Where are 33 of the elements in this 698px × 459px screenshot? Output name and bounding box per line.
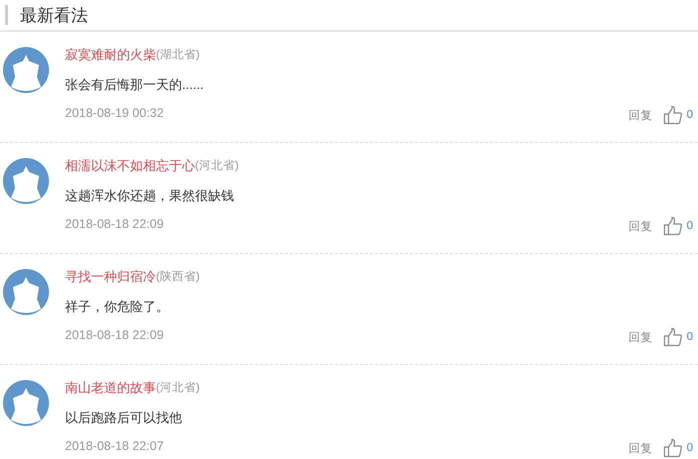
user-name[interactable]: 寻找一种归宿冷 (65, 268, 156, 286)
comment-text: 祥子，你危险了。 (65, 298, 170, 316)
like-count: 0 (686, 331, 693, 343)
user-region: (河北省) (156, 380, 200, 396)
avatar-icon (3, 380, 49, 426)
comment-text: 张会有后悔那一天的...... (65, 76, 204, 94)
user-region: (河北省) (195, 158, 239, 174)
comment-text: 这趟浑水你还趟，果然很缺钱 (65, 187, 235, 205)
section-title: 最新看法 (20, 4, 88, 26)
comment-time: 2018-08-18 22:07 (65, 438, 165, 455)
user-name[interactable]: 南山老道的故事 (65, 379, 156, 397)
comment-time: 2018-08-18 22:09 (65, 327, 165, 344)
comment-text: 以后跑路后可以找他 (65, 409, 183, 427)
like-count: 0 (686, 109, 693, 121)
like-count: 0 (686, 220, 693, 232)
thumbs-up-icon[interactable] (662, 438, 683, 458)
reply-link[interactable]: 回复 (628, 330, 653, 344)
user-region: (湖北省) (156, 48, 200, 63)
reply-link[interactable]: 回复 (628, 108, 653, 122)
comment-time: 2018-08-18 22:09 (65, 216, 165, 233)
user-region: (陕西省) (156, 270, 200, 285)
reply-link[interactable]: 回复 (628, 440, 653, 456)
user-name[interactable]: 相濡以沫不如相忘于心 (65, 157, 195, 175)
thumbs-up-icon[interactable] (662, 327, 683, 347)
user-name[interactable]: 寂寞难耐的火柴 (65, 46, 156, 64)
reply-link[interactable]: 回复 (628, 218, 653, 234)
avatar-icon (3, 269, 49, 315)
thumbs-up-icon[interactable] (662, 105, 683, 125)
like-count: 0 (686, 442, 693, 454)
avatar-icon (3, 158, 49, 204)
avatar-icon (3, 47, 49, 93)
comment-time: 2018-08-19 00:32 (65, 105, 165, 122)
thumbs-up-icon[interactable] (662, 216, 683, 236)
